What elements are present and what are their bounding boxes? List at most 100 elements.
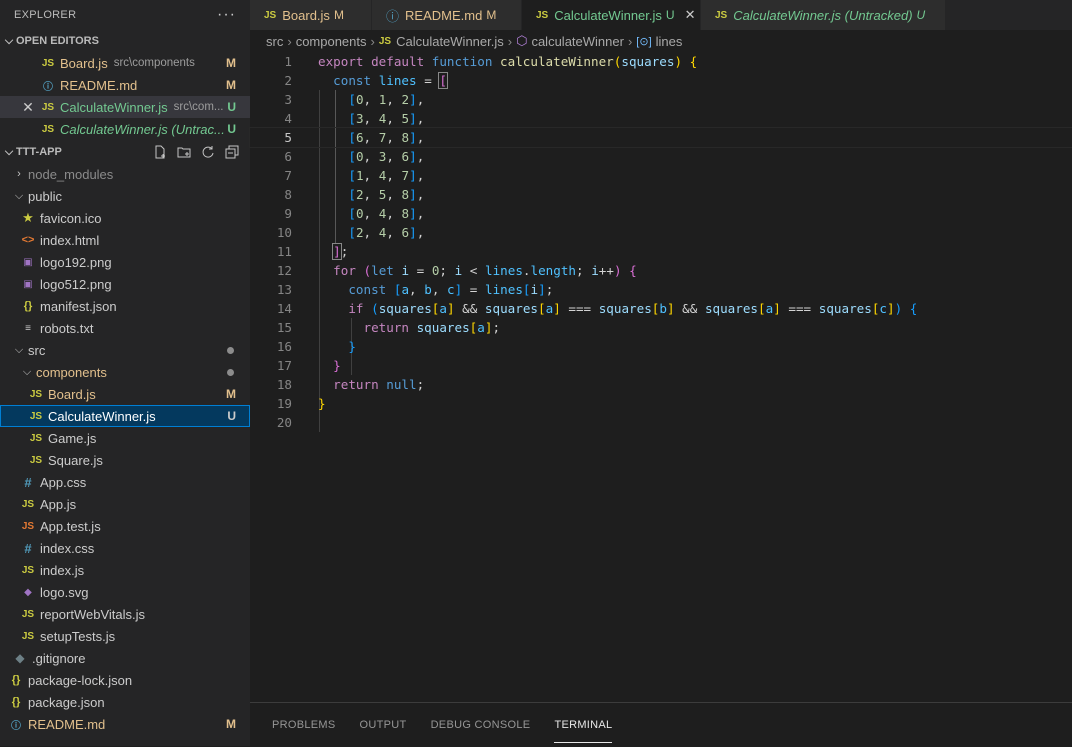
- tree-file-favicon[interactable]: ★ favicon.ico: [0, 207, 250, 229]
- tree-folder-public[interactable]: ⌵ public: [0, 185, 250, 207]
- tree-file-app-js[interactable]: JS App.js: [0, 493, 250, 515]
- new-file-icon[interactable]: [152, 144, 168, 160]
- js-file-icon: JS: [715, 9, 728, 21]
- line-number: 1: [284, 54, 292, 69]
- code-line: 8 [2, 5, 8],: [250, 185, 1072, 204]
- git-status-badge: U: [916, 8, 926, 22]
- tree-file-board[interactable]: JS Board.js M: [0, 383, 250, 405]
- js-file-icon: JS: [29, 388, 43, 400]
- tab-debug-console[interactable]: DEBUG CONSOLE: [431, 703, 531, 747]
- more-actions-icon[interactable]: ···: [217, 6, 236, 24]
- tree-file-manifest[interactable]: {} manifest.json: [0, 295, 250, 317]
- info-icon: ⓘ: [11, 720, 21, 732]
- new-folder-icon[interactable]: [176, 144, 192, 160]
- git-status-badge: M: [226, 717, 236, 731]
- explorer-actions: [152, 144, 240, 160]
- file-label: README.md: [28, 716, 106, 732]
- open-editor-label: README.md: [60, 77, 138, 93]
- image-file-icon: ▣: [23, 256, 33, 268]
- tree-file-app-css[interactable]: # App.css: [0, 471, 250, 493]
- tree-file-logo-svg[interactable]: ◆ logo.svg: [0, 581, 250, 603]
- tree-folder-node-modules[interactable]: › node_modules: [0, 163, 250, 185]
- code-line: 20: [250, 413, 1072, 432]
- line-number: 20: [276, 415, 292, 430]
- breadcrumb-item-function[interactable]: calculateWinner: [531, 34, 624, 49]
- open-editor-item-calculatewinner-untracked[interactable]: JS CalculateWinner.js (Untrac... U: [0, 118, 250, 140]
- close-icon[interactable]: ✕: [685, 7, 696, 23]
- folder-label: public: [28, 188, 62, 204]
- explorer-header: EXPLORER ···: [0, 0, 250, 30]
- open-editor-item-readme[interactable]: ⓘ README.md M: [0, 74, 250, 96]
- open-editors-title: OPEN EDITORS: [16, 35, 99, 47]
- code-line: 14 if (squares[a] && squares[a] === squa…: [250, 299, 1072, 318]
- breadcrumb-item-components[interactable]: components: [296, 34, 367, 49]
- code-text: [6, 7, 8],: [348, 130, 425, 145]
- tab-calculatewinner[interactable]: JS CalculateWinner.js U ✕: [522, 0, 701, 30]
- file-label: index.html: [40, 232, 100, 248]
- file-label: robots.txt: [40, 320, 94, 336]
- folder-label: node_modules: [28, 166, 114, 182]
- close-icon[interactable]: ✕: [20, 99, 36, 116]
- file-label: favicon.ico: [40, 210, 102, 226]
- chevron-right-icon: ›: [370, 33, 375, 49]
- chevron-down-icon: ⌵: [4, 34, 14, 47]
- tree-file-index-html[interactable]: <> index.html: [0, 229, 250, 251]
- tree-file-gitignore[interactable]: ◆ .gitignore: [0, 647, 250, 669]
- tree-folder-components[interactable]: ⌵ components: [0, 361, 250, 383]
- tree-file-report-web-vitals[interactable]: JS reportWebVitals.js: [0, 603, 250, 625]
- line-number: 2: [284, 73, 292, 88]
- code-text: [0, 3, 6],: [348, 149, 425, 164]
- tab-calculatewinner-untracked[interactable]: JS CalculateWinner.js (Untracked) U: [701, 0, 946, 30]
- tab-readme[interactable]: ⓘ README.md M: [372, 0, 522, 30]
- js-file-icon: JS: [29, 454, 43, 466]
- tab-board[interactable]: JS Board.js M: [250, 0, 372, 30]
- tree-file-calculatewinner[interactable]: JS CalculateWinner.js U: [0, 405, 250, 427]
- tab-output[interactable]: OUTPUT: [360, 703, 407, 747]
- open-editors-section[interactable]: ⌵ OPEN EDITORS: [0, 30, 250, 52]
- breadcrumb-item-src[interactable]: src: [266, 34, 283, 49]
- js-file-icon: JS: [21, 498, 35, 510]
- open-editor-label: Board.js: [60, 55, 108, 71]
- project-title: TTT-APP: [16, 146, 62, 158]
- open-editor-item-calculatewinner[interactable]: ✕ JS CalculateWinner.js src\com... U: [0, 96, 250, 118]
- open-editor-item-board[interactable]: JS Board.js src\components M: [0, 52, 250, 74]
- code-text: return null;: [333, 377, 425, 392]
- tree-file-setup-tests[interactable]: JS setupTests.js: [0, 625, 250, 647]
- line-number: 14: [276, 301, 292, 316]
- tab-terminal[interactable]: TERMINAL: [554, 703, 613, 747]
- git-status-badge: M: [333, 8, 344, 22]
- tree-file-package-lock[interactable]: {} package-lock.json: [0, 669, 250, 691]
- tree-file-package-json[interactable]: {} package.json: [0, 691, 250, 713]
- tab-problems[interactable]: PROBLEMS: [272, 703, 336, 747]
- tree-file-game[interactable]: JS Game.js: [0, 427, 250, 449]
- collapse-all-icon[interactable]: [224, 144, 240, 160]
- js-file-icon: JS: [41, 123, 55, 135]
- file-label: logo512.png: [40, 276, 112, 292]
- project-section[interactable]: ⌵ TTT-APP: [0, 141, 250, 163]
- code-editor[interactable]: 1 export default function calculateWinne…: [249, 52, 1072, 702]
- file-label: App.test.js: [40, 518, 101, 534]
- tree-file-robots[interactable]: ≡ robots.txt: [0, 317, 250, 339]
- code-line: 6 [0, 3, 6],: [250, 147, 1072, 166]
- tree-file-square[interactable]: JS Square.js: [0, 449, 250, 471]
- js-file-icon: JS: [21, 630, 35, 642]
- js-file-icon: JS: [21, 564, 35, 576]
- tree-file-index-js[interactable]: JS index.js: [0, 559, 250, 581]
- file-label: reportWebVitals.js: [40, 606, 146, 622]
- code-line: 10 [2, 4, 6],: [250, 223, 1072, 242]
- open-editor-label: CalculateWinner.js (Untrac...: [60, 121, 225, 137]
- refresh-icon[interactable]: [200, 144, 216, 160]
- tree-file-app-test[interactable]: JS App.test.js: [0, 515, 250, 537]
- tree-file-logo512[interactable]: ▣ logo512.png: [0, 273, 250, 295]
- tree-file-logo192[interactable]: ▣ logo192.png: [0, 251, 250, 273]
- tree-file-readme[interactable]: ⓘ README.md M: [0, 713, 250, 735]
- code-text: for (let i = 0; i < lines.length; i++) {: [333, 263, 637, 278]
- code-line: 2 const lines = [: [250, 71, 1072, 90]
- code-line: 13 const [a, b, c] = lines[i];: [250, 280, 1072, 299]
- tree-folder-src[interactable]: ⌵ src: [0, 339, 250, 361]
- file-label: manifest.json: [40, 298, 117, 314]
- breadcrumb-item-variable[interactable]: lines: [656, 34, 683, 49]
- breadcrumb-item-file[interactable]: CalculateWinner.js: [396, 34, 504, 49]
- tree-file-index-css[interactable]: # index.css: [0, 537, 250, 559]
- code-text: }: [333, 358, 341, 373]
